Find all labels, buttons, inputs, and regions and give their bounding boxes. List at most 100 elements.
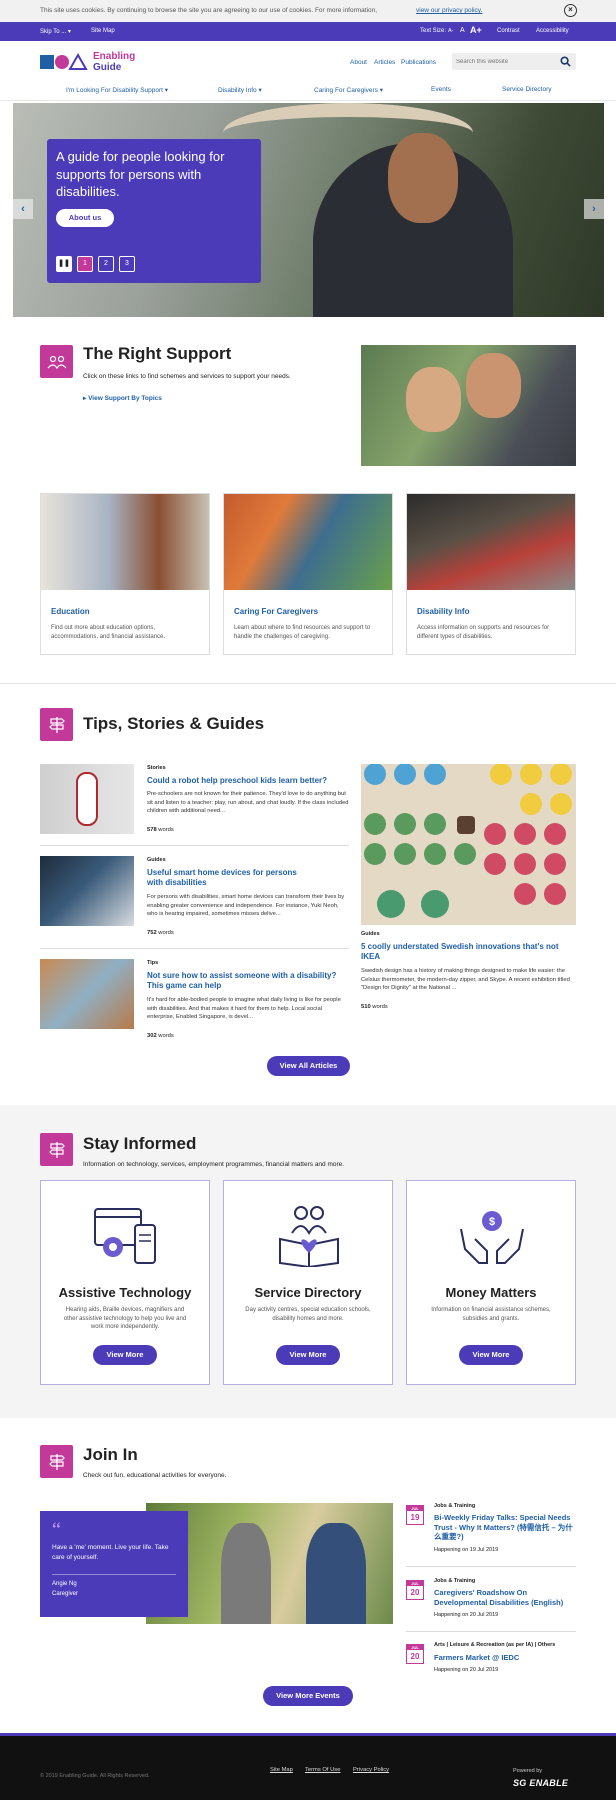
site-logo[interactable]: Enabling Guide [40, 51, 140, 73]
word-count-label: words [158, 827, 174, 833]
carousel-prev-button[interactable]: ‹ [13, 199, 33, 219]
site-map-link[interactable]: Site Map [91, 28, 115, 34]
slide-1-button[interactable]: 1 [77, 256, 93, 272]
event-title[interactable]: Bi-Weekly Friday Talks: Special Needs Tr… [434, 1513, 576, 1542]
skip-to-label: Skip To ... [40, 29, 67, 35]
footer-link-privacy[interactable]: Privacy Policy [353, 1767, 389, 1773]
word-count-label: words [372, 1004, 388, 1010]
slide-2-button[interactable]: 2 [98, 256, 114, 272]
card-text: Learn about where to find resources and … [234, 625, 371, 640]
event-item[interactable]: JUL 20 Arts | Leisure & Recreation (as p… [406, 1642, 576, 1682]
info-card-money-matters[interactable]: $ Money Matters Information on financial… [406, 1180, 576, 1385]
accessibility-link[interactable]: Accessibility [536, 28, 569, 34]
word-count-label: words [158, 930, 174, 936]
view-more-button[interactable]: View More [459, 1345, 523, 1365]
nav-item-disability-info[interactable]: Disability Info ▾ [218, 86, 262, 94]
info-card-service-directory[interactable]: Service Directory Day activity centres, … [223, 1180, 393, 1385]
main-nav: I'm Looking For Disability Support ▾ Dis… [40, 86, 576, 98]
nav-item-service-directory[interactable]: Service Directory [502, 86, 551, 93]
info-card-assistive-technology[interactable]: Assistive Technology Hearing aids, Brail… [40, 1180, 210, 1385]
event-item[interactable]: JUL 19 Jobs & Training Bi-Weekly Friday … [406, 1503, 576, 1563]
article-word-count: 302 words [147, 1033, 174, 1039]
view-more-events-button[interactable]: View More Events [263, 1686, 353, 1706]
article-category: Tips [147, 960, 159, 966]
header-link-about[interactable]: About [350, 59, 367, 66]
footer-link-site-map[interactable]: Site Map [270, 1767, 293, 1773]
site-header: Enabling Guide About Articles Publicatio… [0, 41, 616, 101]
article-item[interactable]: Guides Useful smart home devices for per… [40, 856, 349, 942]
photo-face-2 [466, 353, 521, 418]
card-title: Education [51, 607, 90, 616]
event-date-badge: JUL 20 [406, 1580, 424, 1600]
disability-info-photo [407, 494, 575, 590]
slide-3-button[interactable]: 3 [119, 256, 135, 272]
robot-shape [76, 772, 98, 826]
nav-label: Caring For Caregivers [314, 87, 378, 94]
sg-enable-logo: SG ENABLE [513, 1778, 569, 1788]
assistive-technology-icon [94, 1208, 156, 1264]
info-card-title: Money Matters [445, 1285, 537, 1300]
search-icon[interactable] [560, 56, 571, 67]
event-divider [406, 1631, 576, 1632]
header-link-articles[interactable]: Articles [374, 59, 395, 66]
article-title[interactable]: Could a robot help preschool kids learn … [147, 776, 347, 786]
section-divider [0, 683, 616, 684]
privacy-policy-link[interactable]: view our privacy policy. [416, 7, 482, 14]
view-more-button[interactable]: View More [93, 1345, 157, 1365]
header-link-publications[interactable]: Publications [401, 59, 436, 66]
quote-name: Angie Ng [52, 1581, 77, 1587]
text-size-small-button[interactable]: A- [448, 28, 454, 34]
cookie-text: This site uses cookies. By continuing to… [40, 7, 378, 14]
contrast-link[interactable]: Contrast [497, 28, 520, 34]
quote-divider [52, 1574, 176, 1575]
article-item[interactable]: Stories Could a robot help preschool kid… [40, 764, 349, 842]
text-size-medium-button[interactable]: A [460, 27, 465, 34]
event-date-text: Happening on 19 Jul 2019 [434, 1547, 499, 1553]
nav-label: Disability Info [218, 87, 257, 94]
quote-role: Caregiver [52, 1591, 79, 1597]
nav-item-caring-caregivers[interactable]: Caring For Caregivers ▾ [314, 86, 383, 94]
support-card-disability-info[interactable]: Disability Info Access information on su… [406, 493, 576, 655]
event-title[interactable]: Caregivers' Roadshow On Developmental Di… [434, 1588, 576, 1607]
footer-link-terms[interactable]: Terms Of Use [305, 1767, 340, 1773]
caret-right-icon: ▸ [83, 395, 87, 402]
signpost-icon [40, 1445, 73, 1478]
skip-to-dropdown[interactable]: Skip To ... ▾ [40, 28, 71, 35]
article-word-count: 752 words [147, 930, 174, 936]
article-title[interactable]: Useful smart home devices for persons wi… [147, 868, 307, 888]
close-icon[interactable]: × [564, 4, 577, 17]
info-card-text: Day activity centres, special education … [245, 1307, 371, 1322]
logo-text-line1: Enabling [93, 51, 136, 62]
article-item[interactable]: Tips Not sure how to assist someone with… [40, 959, 349, 1045]
article-divider [40, 845, 349, 846]
word-count-value: 510 [361, 1004, 371, 1010]
right-support-subtitle: Click on these links to find schemes and… [83, 373, 291, 380]
article-excerpt: For persons with disabilities, smart hom… [147, 894, 345, 917]
article-excerpt: Pre-schoolers are not known for their pa… [147, 791, 349, 814]
nav-item-disability-support[interactable]: I'm Looking For Disability Support ▾ [66, 86, 168, 94]
text-size-large-button[interactable]: A+ [470, 25, 482, 35]
pause-button[interactable]: ❚❚ [56, 256, 72, 272]
view-support-topics-link[interactable]: ▸ View Support By Topics [83, 394, 162, 402]
article-category: Guides [361, 931, 380, 937]
right-support-title: The Right Support [83, 344, 232, 363]
about-us-button[interactable]: About us [56, 209, 114, 227]
view-all-articles-button[interactable]: View All Articles [267, 1056, 350, 1076]
money-hands-icon: $ [460, 1211, 524, 1264]
word-count-value: 302 [147, 1033, 157, 1039]
view-more-button[interactable]: View More [276, 1345, 340, 1365]
event-category: Jobs & Training [434, 1503, 476, 1509]
search-input[interactable] [456, 55, 552, 68]
nav-item-events[interactable]: Events [431, 86, 451, 93]
support-card-caregivers[interactable]: Caring For Caregivers Learn about where … [223, 493, 393, 655]
info-card-title: Service Directory [254, 1285, 362, 1300]
hero-caption-panel: A guide for people looking for supports … [47, 139, 261, 283]
article-title[interactable]: 5 coolly understated Swedish innovations… [361, 942, 573, 962]
support-card-education[interactable]: Education Find out more about education … [40, 493, 210, 655]
carousel-next-button[interactable]: › [584, 199, 604, 219]
event-day: 20 [410, 1588, 420, 1597]
feature-article[interactable]: Guides 5 coolly understated Swedish inno… [361, 764, 576, 1014]
event-item[interactable]: JUL 20 Jobs & Training Caregivers' Roads… [406, 1578, 576, 1628]
article-title[interactable]: Not sure how to assist someone with a di… [147, 971, 347, 991]
event-title[interactable]: Farmers Market @ IEDC [434, 1653, 576, 1663]
